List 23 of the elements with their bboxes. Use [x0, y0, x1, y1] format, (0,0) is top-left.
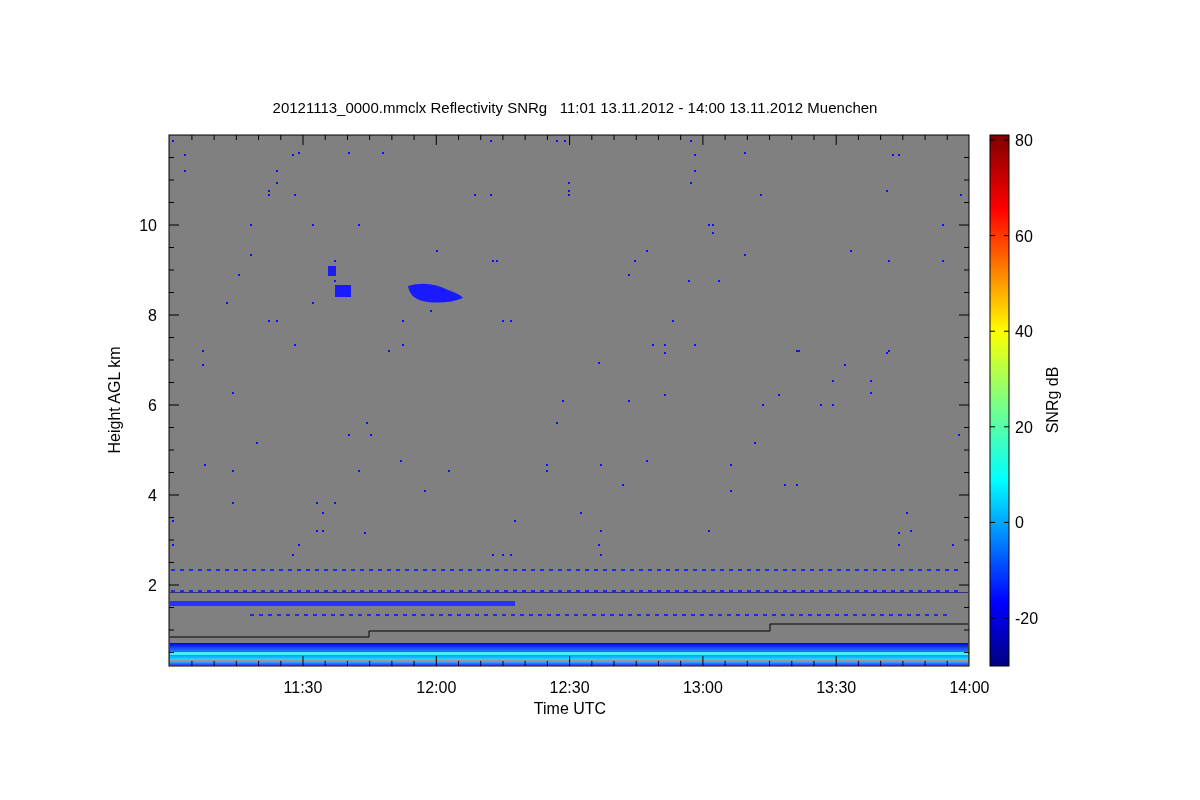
x-tick-label: 11:30 [283, 679, 323, 696]
y-tick-label: 4 [148, 487, 157, 504]
cloud-echo [408, 283, 463, 303]
colorbar-tick-label: 60 [1015, 227, 1033, 245]
colorbar-tick-label: -20 [1015, 610, 1039, 627]
y-tick-label: 6 [148, 397, 157, 414]
y-tick-label: 2 [148, 577, 157, 594]
chart-title: 20121113_0000.mmclx Reflectivity SNRg 11:01 13.11.2012 - 14:00 13.11.2012 Muenchen [272, 99, 878, 116]
y-tick-label: 8 [148, 307, 157, 324]
x-tick-label: 13:00 [682, 679, 723, 696]
colorbar-tick-label: 40 [1015, 323, 1033, 341]
colorbar-tick-label: 80 [1015, 132, 1033, 149]
x-tick-label: 12:30 [549, 679, 590, 696]
y-axis-label: Height AGL km [106, 346, 123, 454]
cloud-echo [328, 266, 351, 297]
x-axis-label: Time UTC [533, 700, 607, 717]
x-tick-label: 12:00 [416, 679, 457, 696]
colorbar-tick-label: 0 [1015, 514, 1024, 532]
colorbar-tick-label: 20 [1015, 418, 1033, 436]
x-tick-label: 14:00 [949, 679, 990, 696]
colorbar-label: SNRg dB [1044, 366, 1061, 434]
y-tick-label: 10 [139, 217, 157, 234]
x-tick-label: 13:30 [816, 679, 857, 696]
